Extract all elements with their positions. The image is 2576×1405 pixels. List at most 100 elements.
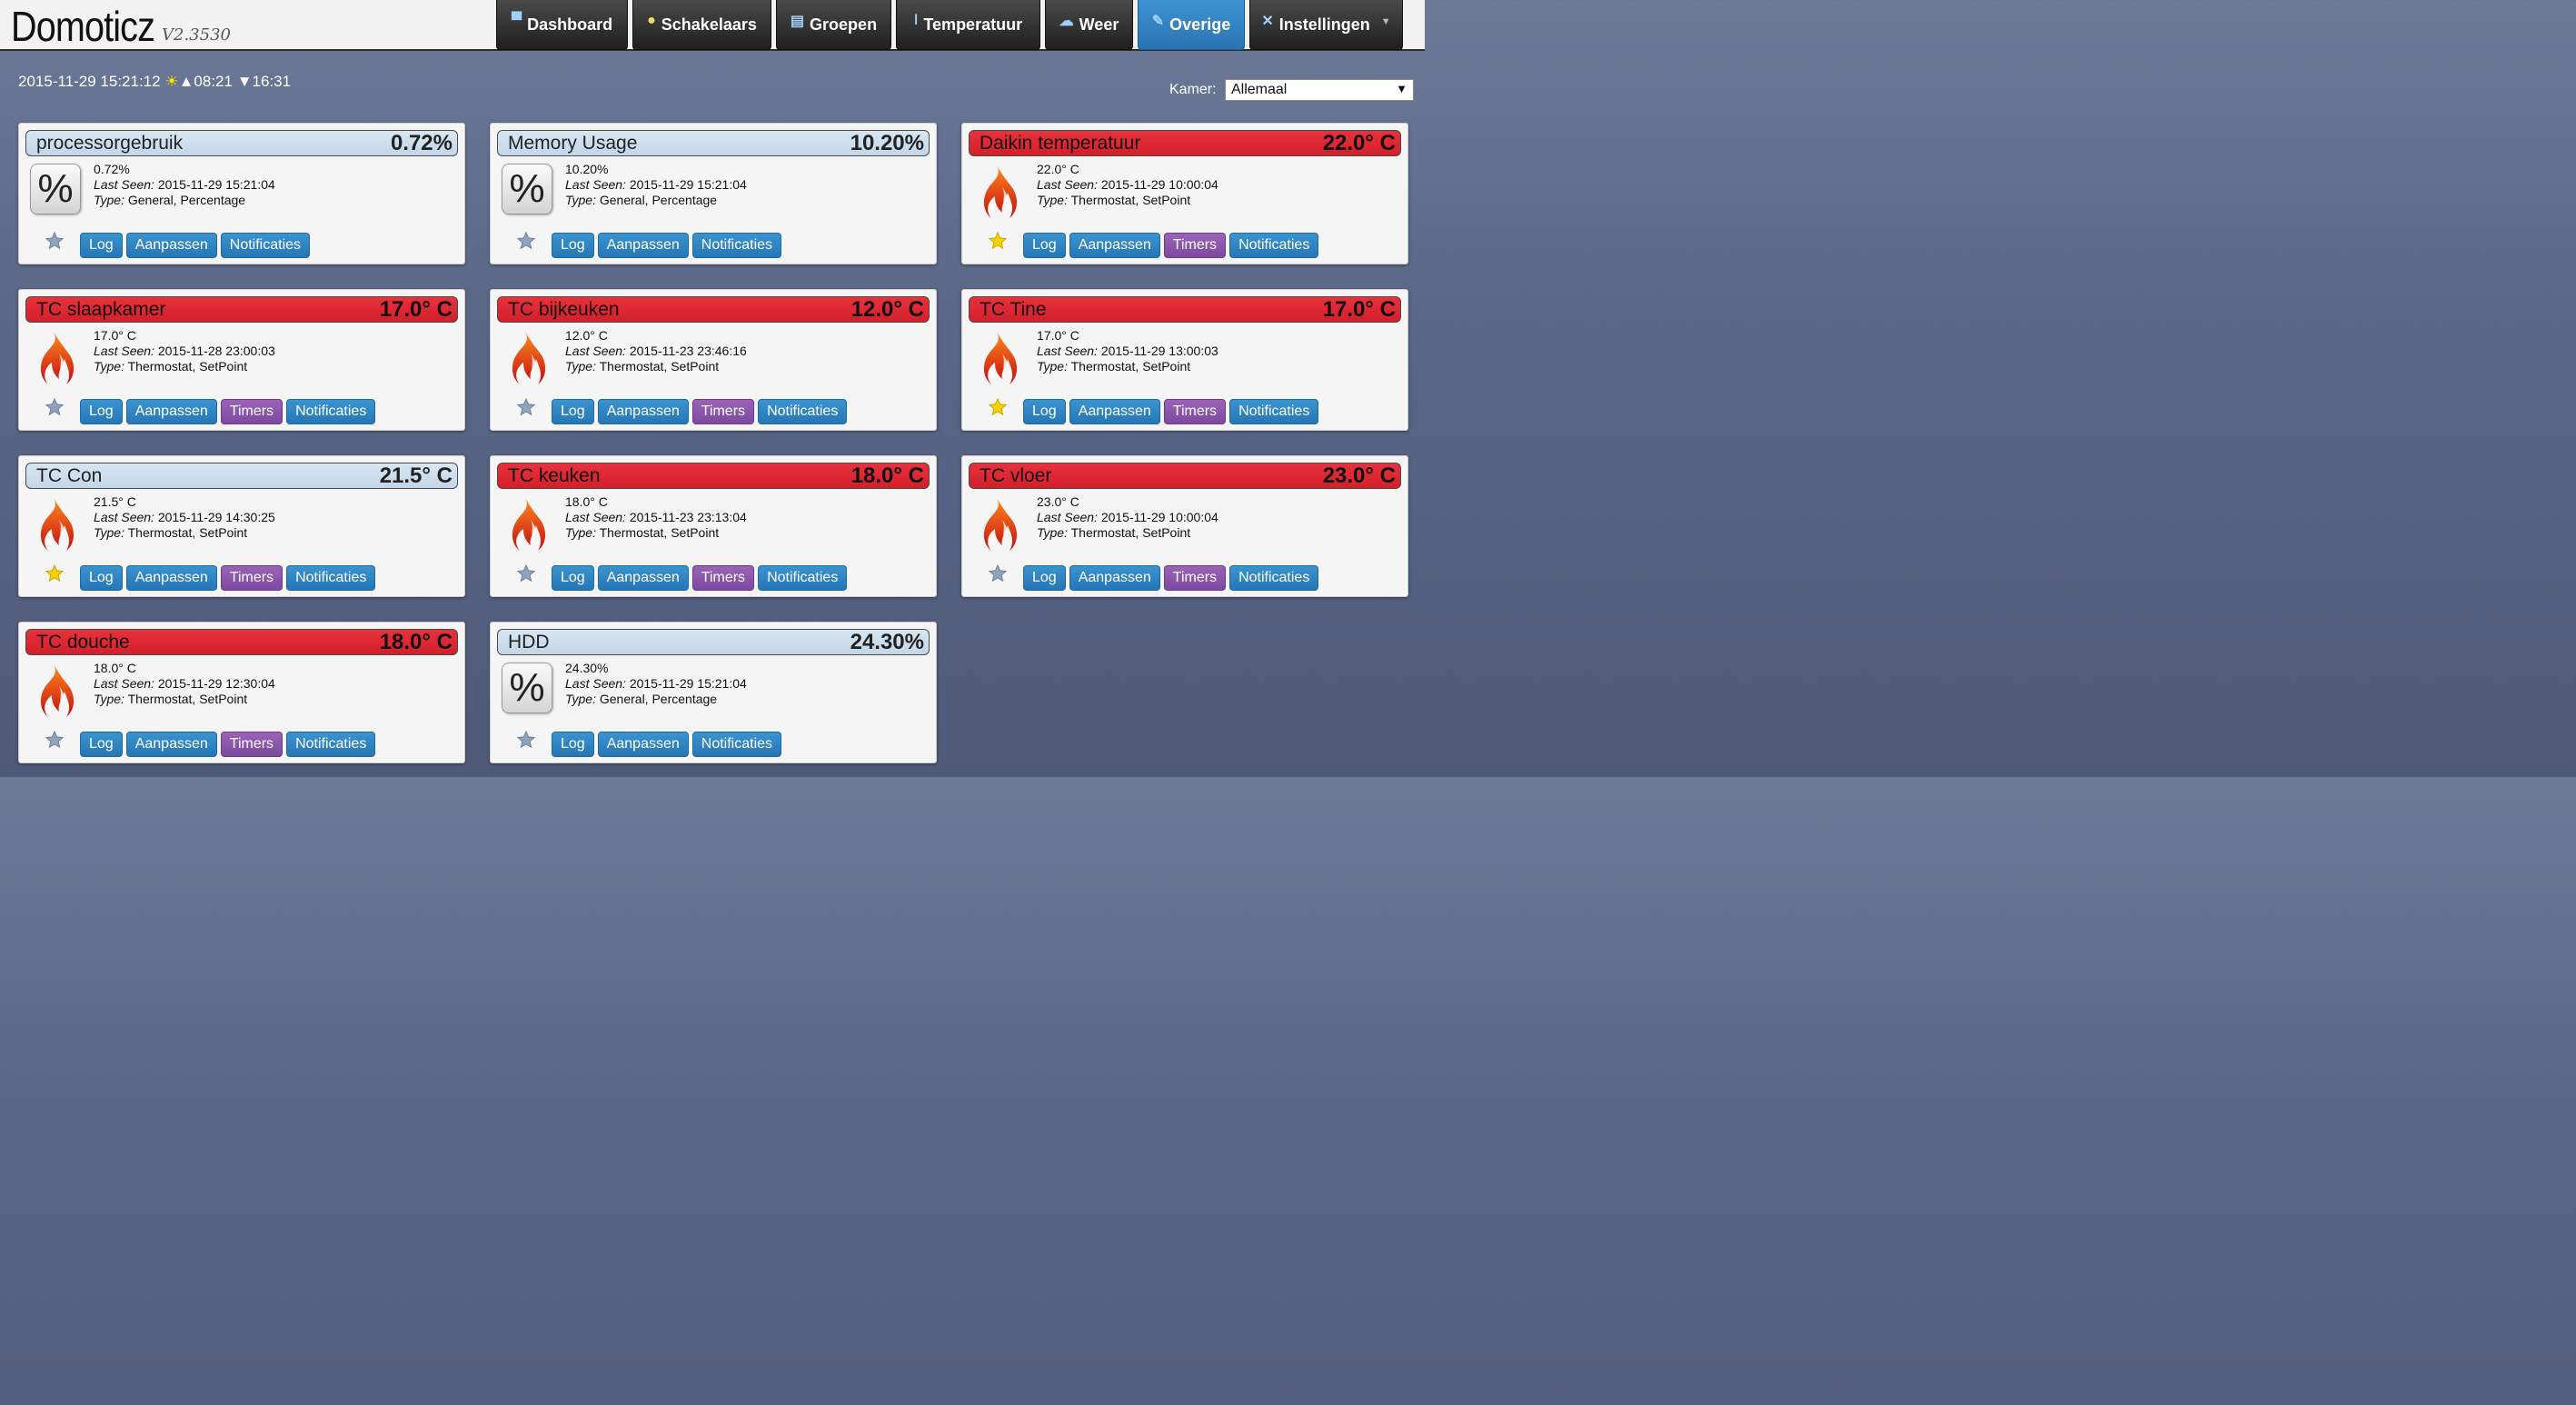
room-select[interactable]: Allemaal ▼ xyxy=(1225,79,1414,101)
device-actions: Log Aanpassen Timers Notificaties xyxy=(1023,399,1319,424)
flame-icon xyxy=(983,165,1018,218)
timers-button[interactable]: Timers xyxy=(220,732,283,757)
sunset-time: ▼16:31 xyxy=(236,73,292,90)
notifications-button[interactable]: Notificaties xyxy=(691,732,782,757)
type-value: Thermostat, SetPoint xyxy=(1070,193,1191,207)
favorite-star-icon[interactable] xyxy=(45,397,65,417)
nav-schakelaars[interactable]: ● Schakelaars xyxy=(632,0,771,50)
timers-button[interactable]: Timers xyxy=(1163,233,1227,258)
type-value: Thermostat, SetPoint xyxy=(127,525,248,540)
log-button[interactable]: Log xyxy=(80,565,123,591)
device-actions: Log Aanpassen Timers Notificaties xyxy=(1023,233,1319,258)
favorite-star-icon[interactable] xyxy=(516,397,536,417)
log-button[interactable]: Log xyxy=(552,732,594,757)
device-name: TC douche xyxy=(36,631,130,653)
device-card: Memory Usage 10.20%% 10.20% Last Seen: 2015… xyxy=(490,123,937,264)
edit-button[interactable]: Aanpassen xyxy=(1069,565,1160,591)
notifications-button[interactable]: Notificaties xyxy=(758,399,848,424)
edit-button[interactable]: Aanpassen xyxy=(1069,233,1160,258)
edit-button[interactable]: Aanpassen xyxy=(125,399,217,424)
favorite-star-icon[interactable] xyxy=(516,730,536,750)
log-button[interactable]: Log xyxy=(1023,233,1066,258)
last-seen-row: Last Seen: 2015-11-29 13:00:03 xyxy=(1037,344,1218,358)
last-seen-row: Last Seen: 2015-11-29 14:30:25 xyxy=(94,510,275,524)
log-button[interactable]: Log xyxy=(80,732,123,757)
device-title-bar: TC vloer 23.0° C xyxy=(969,463,1401,489)
notifications-button[interactable]: Notificaties xyxy=(1229,565,1319,591)
device-info: 18.0° C Last Seen: 2015-11-23 23:13:04 Typ… xyxy=(565,494,747,541)
app-logo: Domoticz xyxy=(11,3,155,50)
edit-button[interactable]: Aanpassen xyxy=(597,732,689,757)
device-card: TC slaapkamer 17.0° C 17.0° C Last Seen: 20… xyxy=(18,289,465,431)
favorite-star-icon[interactable] xyxy=(516,231,536,251)
last-seen-row: Last Seen: 2015-11-29 12:30:04 xyxy=(94,676,275,691)
nav-dashboard[interactable]: ▀ Dashboard xyxy=(496,0,628,50)
notifications-button[interactable]: Notificaties xyxy=(758,565,848,591)
device-data: 12.0° C xyxy=(565,328,608,343)
device-actions: Log Aanpassen Timers Notificaties xyxy=(1023,565,1319,591)
timers-button[interactable]: Timers xyxy=(1163,565,1227,591)
log-button[interactable]: Log xyxy=(80,233,123,258)
favorite-star-icon[interactable] xyxy=(988,563,1008,583)
flame-icon xyxy=(40,498,75,551)
favorite-star-icon[interactable] xyxy=(45,563,65,583)
device-icon: % xyxy=(500,663,552,715)
log-button[interactable]: Log xyxy=(552,565,594,591)
log-button[interactable]: Log xyxy=(80,399,123,424)
edit-button[interactable]: Aanpassen xyxy=(125,732,217,757)
favorite-star-icon[interactable] xyxy=(516,563,536,583)
last-seen-value: 2015-11-29 14:30:25 xyxy=(157,510,275,524)
device-actions: Log Aanpassen Timers Notificaties xyxy=(552,399,848,424)
device-actions: Log Aanpassen Notificaties xyxy=(80,233,311,258)
nav-instellingen[interactable]: ✕ Instellingen ▼ xyxy=(1249,0,1403,50)
device-info: 17.0° C Last Seen: 2015-11-29 13:00:03 Typ… xyxy=(1037,328,1218,374)
device-title-bar: HDD 24.30% xyxy=(497,629,930,655)
edit-button[interactable]: Aanpassen xyxy=(125,565,217,591)
timers-button[interactable]: Timers xyxy=(220,565,283,591)
favorite-star-icon[interactable] xyxy=(988,231,1008,251)
notifications-button[interactable]: Notificaties xyxy=(1229,399,1319,424)
edit-button[interactable]: Aanpassen xyxy=(597,565,689,591)
edit-button[interactable]: Aanpassen xyxy=(125,233,217,258)
notifications-button[interactable]: Notificaties xyxy=(286,732,376,757)
device-info: 18.0° C Last Seen: 2015-11-29 12:30:04 Typ… xyxy=(94,661,275,707)
notifications-button[interactable]: Notificaties xyxy=(286,565,376,591)
favorite-star-icon[interactable] xyxy=(45,231,65,251)
notifications-button[interactable]: Notificaties xyxy=(1229,233,1319,258)
log-button[interactable]: Log xyxy=(552,399,594,424)
status-line: 2015-11-29 15:21:12 ☀▲08:21 ▼16:31 xyxy=(18,73,291,91)
notifications-button[interactable]: Notificaties xyxy=(286,399,376,424)
utility-icon: ✎ xyxy=(1151,14,1165,29)
timers-button[interactable]: Timers xyxy=(691,399,755,424)
notifications-button[interactable]: Notificaties xyxy=(220,233,311,258)
current-datetime: 2015-11-29 15:21:12 xyxy=(18,73,161,90)
nav-groepen[interactable]: ▤ Groepen xyxy=(776,0,891,50)
edit-button[interactable]: Aanpassen xyxy=(597,233,689,258)
favorite-star-icon[interactable] xyxy=(988,397,1008,417)
nav-overige[interactable]: ✎ Overige xyxy=(1138,0,1245,50)
log-button[interactable]: Log xyxy=(552,233,594,258)
nav-temperatuur[interactable]: ǀ Temperatuur xyxy=(896,0,1040,50)
nav-weer[interactable]: ☁ Weer xyxy=(1045,0,1133,50)
last-seen-row: Last Seen: 2015-11-29 10:00:04 xyxy=(1037,177,1218,192)
edit-button[interactable]: Aanpassen xyxy=(1069,399,1160,424)
log-button[interactable]: Log xyxy=(1023,565,1066,591)
favorite-star-icon[interactable] xyxy=(45,730,65,750)
notifications-button[interactable]: Notificaties xyxy=(691,233,782,258)
timers-button[interactable]: Timers xyxy=(691,565,755,591)
device-actions: Log Aanpassen Timers Notificaties xyxy=(80,732,376,757)
device-name: TC Tine xyxy=(980,298,1047,320)
last-seen-row: Last Seen: 2015-11-29 10:00:04 xyxy=(1037,510,1218,524)
timers-button[interactable]: Timers xyxy=(1163,399,1227,424)
log-button[interactable]: Log xyxy=(1023,399,1066,424)
thermometer-icon: ǀ xyxy=(913,13,919,28)
timers-button[interactable]: Timers xyxy=(220,399,283,424)
last-seen-row: Last Seen: 2015-11-29 15:21:04 xyxy=(565,676,747,691)
device-actions: Log Aanpassen Notificaties xyxy=(552,233,782,258)
edit-button[interactable]: Aanpassen xyxy=(597,399,689,424)
last-seen-value: 2015-11-29 15:21:04 xyxy=(629,177,747,192)
flame-icon xyxy=(983,498,1018,551)
last-seen-value: 2015-11-29 12:30:04 xyxy=(157,676,275,691)
type-row: Type: Thermostat, SetPoint xyxy=(565,525,720,540)
device-icon xyxy=(28,663,81,717)
